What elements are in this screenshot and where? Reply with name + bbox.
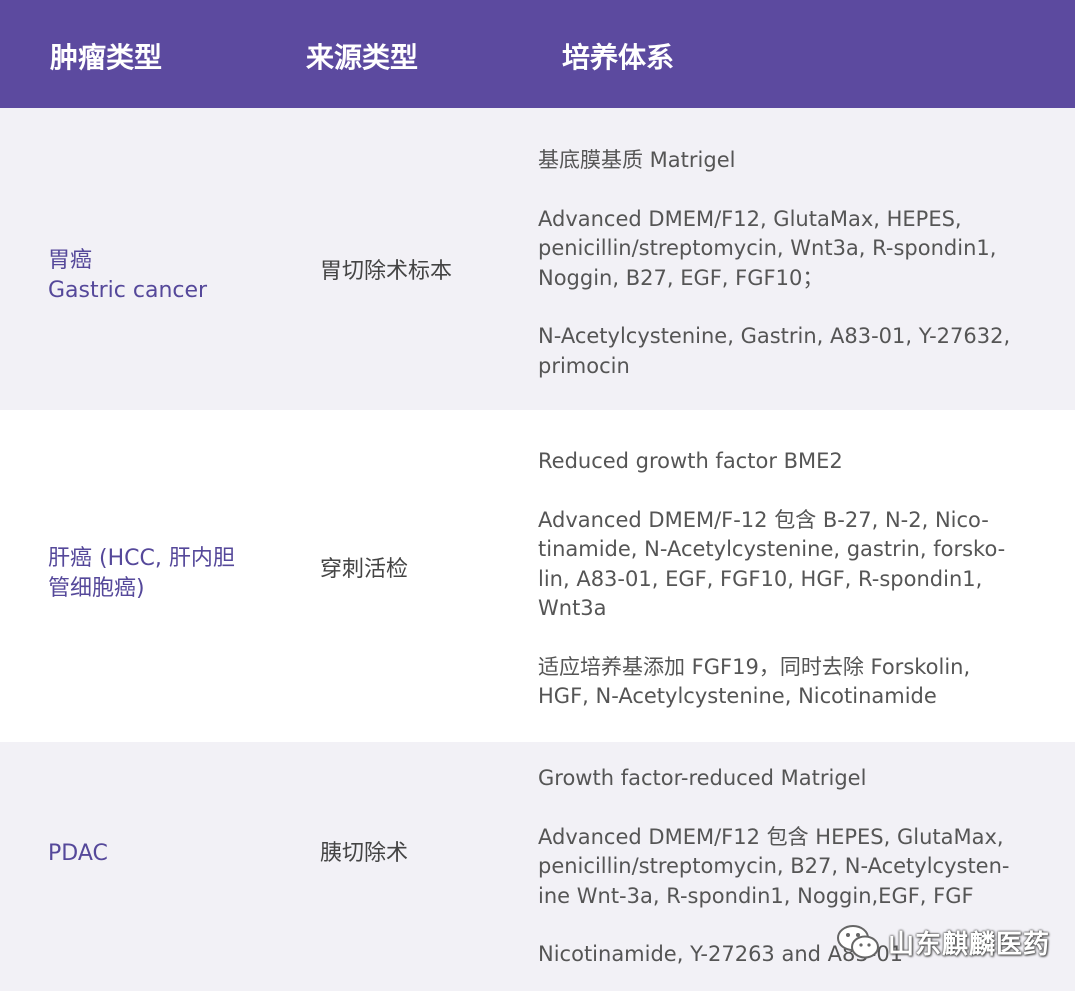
culture-paragraph: 适应培养基添加 FGF19，同时去除 Forskolin, HGF, N-Ace…	[538, 653, 1068, 712]
culture-line: 适应培养基添加 FGF19，同时去除 Forskolin,	[538, 654, 971, 679]
watermark: 山东麒麟医药	[836, 920, 1050, 964]
header-tumor-type: 肿瘤类型	[50, 41, 163, 74]
source-type-cell: 胃切除术标本	[320, 259, 453, 284]
tumor-type-line: PDAC	[48, 841, 108, 866]
culture-line: HGF, N-Acetylcystenine, Nicotinamide	[538, 684, 937, 708]
culture-line: penicillin/streptomycin, Wnt3a, R-spondi…	[538, 236, 997, 260]
culture-line: Advanced DMEM/F-12 包含 B-27, N-2, Nico-	[538, 507, 989, 532]
culture-paragraph: Advanced DMEM/F12 包含 HEPES, GlutaMax, pe…	[538, 823, 1068, 912]
culture-line: Growth factor-reduced Matrigel	[538, 766, 867, 790]
culture-line: Noggin, B27, EGF, FGF10；	[538, 265, 824, 290]
watermark-text: 山东麒麟医药	[888, 929, 1051, 960]
culture-line: ine Wnt-3a, R-spondin1, Noggin,EGF, FGF	[538, 883, 974, 908]
culture-line: lin, A83-01, EGF, FGF10, HGF, R-spondin1…	[538, 566, 983, 591]
culture-paragraph: Growth factor-reduced Matrigel	[538, 764, 1068, 794]
tumor-type-line: 肝癌 (HCC, 肝内胆	[48, 546, 235, 571]
culture-line: primocin	[538, 353, 630, 378]
tumor-type-cell: 胃癌 Gastric cancer	[48, 246, 288, 306]
organoid-culture-table: 肿瘤类型 来源类型 培养体系 胃癌 Gastric cancer 胃切除术标本 …	[0, 0, 1080, 991]
source-type-cell: 穿刺活检	[320, 557, 409, 582]
tumor-type-cell: PDAC	[48, 839, 288, 869]
table-row: 胃癌 Gastric cancer 胃切除术标本 基底膜基质 Matrigel …	[0, 108, 1075, 410]
tumor-type-line: 管细胞癌)	[48, 576, 145, 601]
table-header: 肿瘤类型 来源类型 培养体系	[0, 0, 1075, 108]
tumor-type-line: Gastric cancer	[48, 278, 208, 303]
tumor-type-line: 胃癌	[48, 248, 93, 273]
wechat-icon	[837, 925, 879, 959]
header-culture-system: 培养体系	[562, 41, 675, 74]
culture-paragraph: 基底膜基质 Matrigel	[538, 146, 1068, 176]
culture-line: 基底膜基质 Matrigel	[538, 148, 736, 172]
culture-line: Advanced DMEM/F12 包含 HEPES, GlutaMax,	[538, 824, 1004, 849]
culture-paragraph: Advanced DMEM/F-12 包含 B-27, N-2, Nico- t…	[538, 506, 1068, 624]
culture-line: Advanced DMEM/F12, GlutaMax, HEPES,	[538, 206, 962, 231]
culture-line: penicillin/streptomycin, B27, N-Acetylcy…	[538, 854, 1010, 878]
source-type-cell: 胰切除术	[320, 841, 409, 866]
culture-system-cell: Reduced growth factor BME2 Advanced DMEM…	[538, 447, 1068, 712]
culture-line: N-Acetylcystenine, Gastrin, A83-01, Y-27…	[538, 324, 1011, 348]
culture-line: Wnt3a	[538, 596, 607, 620]
tumor-type-cell: 肝癌 (HCC, 肝内胆 管细胞癌)	[48, 544, 288, 604]
culture-line: Reduced growth factor BME2	[538, 449, 843, 473]
culture-paragraph: Advanced DMEM/F12, GlutaMax, HEPES, peni…	[538, 205, 1068, 294]
culture-paragraph: Reduced growth factor BME2	[538, 447, 1068, 477]
culture-paragraph: N-Acetylcystenine, Gastrin, A83-01, Y-27…	[538, 322, 1068, 381]
table-row: 肝癌 (HCC, 肝内胆 管细胞癌) 穿刺活检 Reduced growth f…	[0, 410, 1075, 742]
culture-system-cell: 基底膜基质 Matrigel Advanced DMEM/F12, GlutaM…	[538, 146, 1068, 381]
header-source-type: 来源类型	[306, 41, 419, 74]
culture-line: tinamide, N-Acetylcystenine, gastrin, fo…	[538, 537, 1006, 561]
